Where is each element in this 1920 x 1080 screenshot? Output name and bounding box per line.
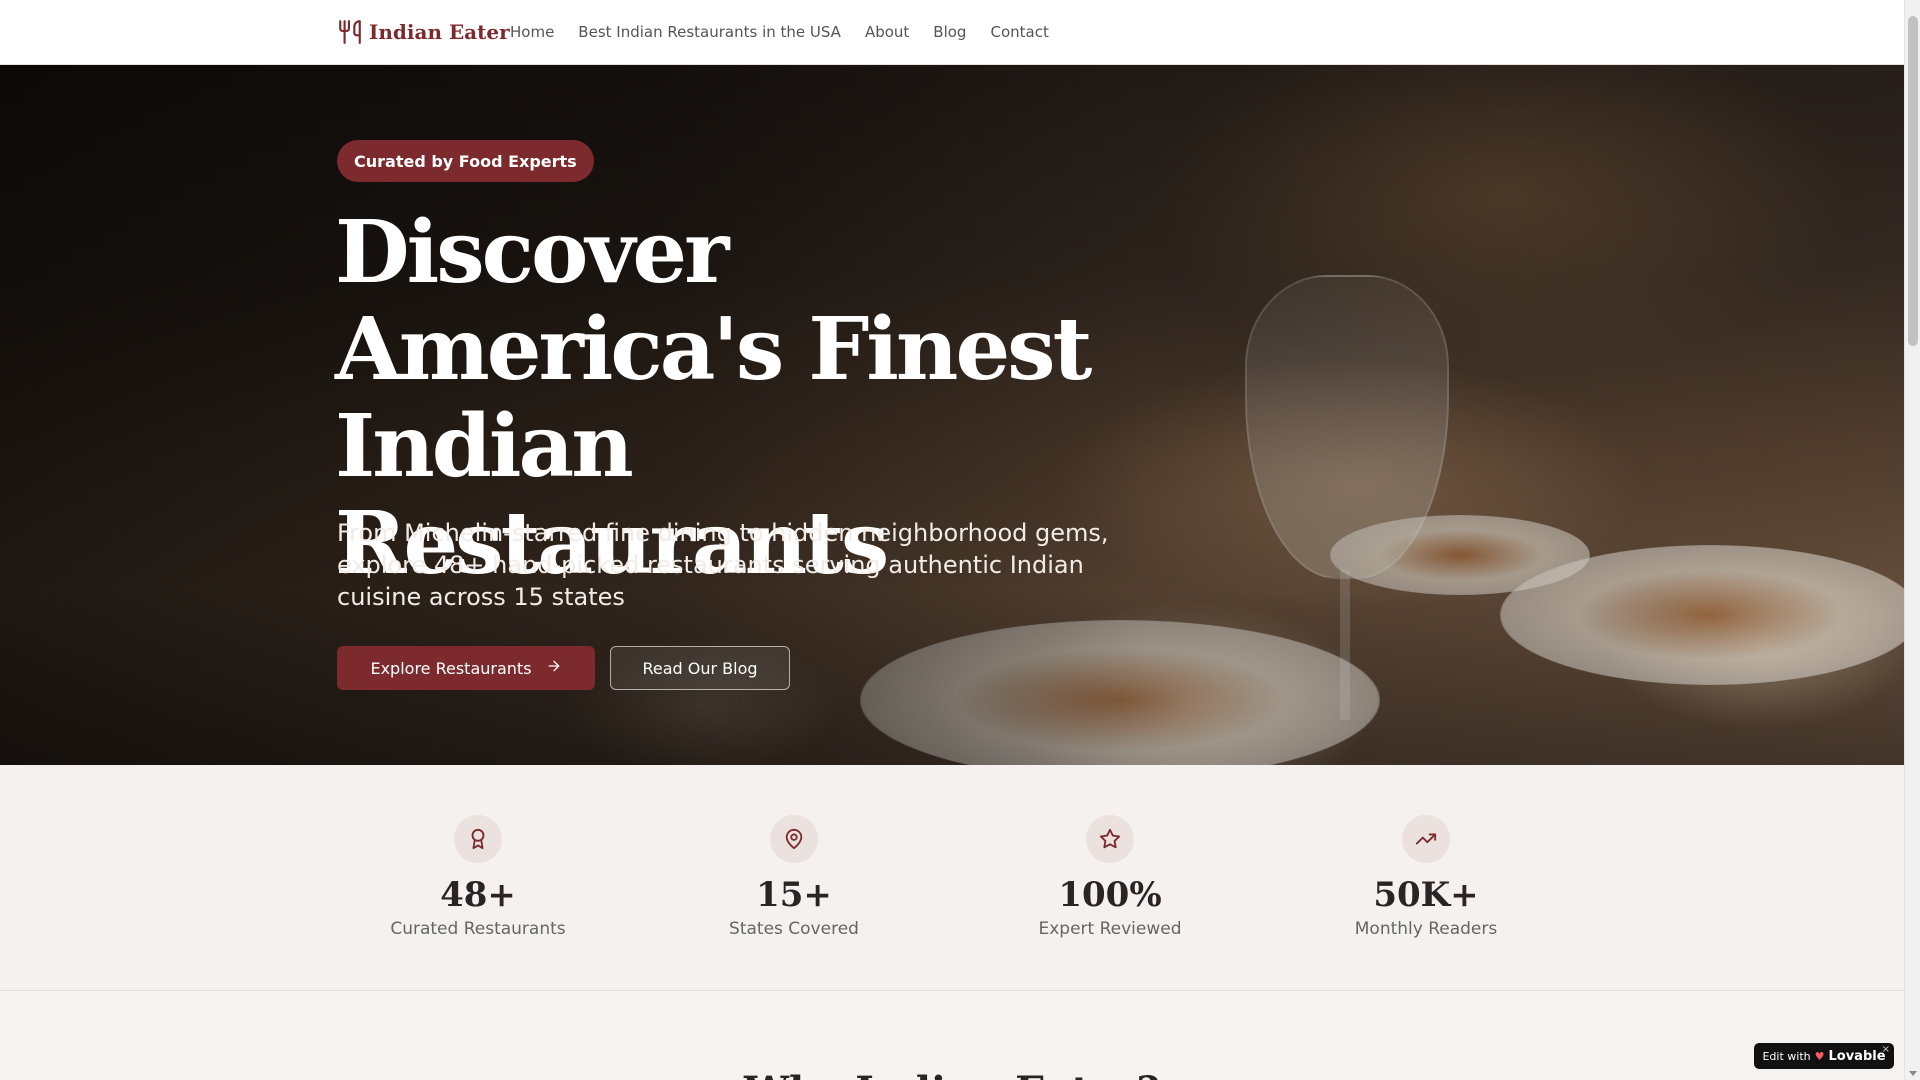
- map-pin-icon: [770, 815, 818, 863]
- stat-value: 100%: [1058, 875, 1162, 915]
- stat-monthly-readers: 50K+ Monthly Readers: [1306, 815, 1546, 939]
- stat-states-covered: 15+ States Covered: [674, 815, 914, 939]
- nav-link-home[interactable]: Home: [510, 23, 554, 41]
- stat-value: 15+: [756, 875, 832, 915]
- nav-link-contact[interactable]: Contact: [990, 23, 1048, 41]
- page-scrollbar[interactable]: [1904, 0, 1920, 1080]
- hero-badge: Curated by Food Experts: [337, 140, 594, 182]
- nav-link-about[interactable]: About: [865, 23, 909, 41]
- top-navbar: Indian Eater Home Best Indian Restaurant…: [0, 0, 1904, 65]
- award-icon: [454, 815, 502, 863]
- nav-link-blog[interactable]: Blog: [933, 23, 966, 41]
- stat-label: Curated Restaurants: [390, 919, 566, 939]
- utensils-icon: [337, 19, 363, 45]
- why-section: Why Indian Eater?: [0, 991, 1904, 1080]
- scrollbar-thumb[interactable]: [1908, 16, 1918, 346]
- arrow-right-icon: [546, 658, 562, 678]
- hero-section: Curated by Food Experts Discover America…: [0, 65, 1904, 765]
- stat-label: Monthly Readers: [1354, 919, 1498, 939]
- lovable-brand: Lovable: [1828, 1048, 1886, 1064]
- stat-expert-reviewed: 100% Expert Reviewed: [990, 815, 1230, 939]
- explore-restaurants-button[interactable]: Explore Restaurants: [337, 646, 595, 690]
- read-our-blog-button[interactable]: Read Our Blog: [610, 646, 790, 690]
- edit-with-lovable-badge[interactable]: Edit with ♥ Lovable ×: [1754, 1043, 1894, 1069]
- explore-restaurants-label: Explore Restaurants: [370, 658, 532, 678]
- why-section-title: Why Indian Eater?: [0, 1068, 1904, 1080]
- brand-logo[interactable]: Indian Eater: [337, 14, 510, 50]
- stat-label: Expert Reviewed: [1038, 919, 1182, 939]
- close-icon[interactable]: ×: [1882, 1044, 1890, 1055]
- stat-curated-restaurants: 48+ Curated Restaurants: [358, 815, 598, 939]
- stat-label: States Covered: [729, 919, 859, 939]
- star-icon: [1086, 815, 1134, 863]
- lovable-prefix: Edit with: [1762, 1049, 1811, 1063]
- brand-name: Indian Eater: [369, 20, 510, 44]
- stats-section: 48+ Curated Restaurants 15+ States Cover…: [0, 765, 1904, 991]
- nav-link-best-restaurants[interactable]: Best Indian Restaurants in the USA: [578, 23, 841, 41]
- scroll-down-arrow-icon[interactable]: [1909, 1071, 1917, 1076]
- stat-value: 50K+: [1373, 875, 1479, 915]
- trending-up-icon: [1402, 815, 1450, 863]
- stat-value: 48+: [440, 875, 516, 915]
- nav-links: Home Best Indian Restaurants in the USA …: [510, 0, 1049, 64]
- lovable-heart-icon: ♥: [1814, 1049, 1825, 1063]
- hero-subtitle: From Michelin-starred fine dining to hid…: [337, 519, 1109, 611]
